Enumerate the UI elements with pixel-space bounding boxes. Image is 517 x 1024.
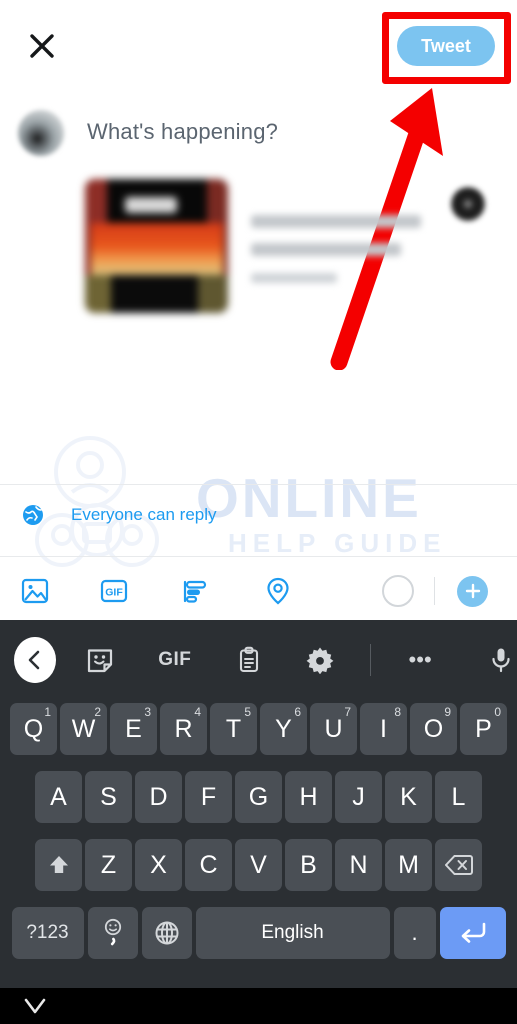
key-q[interactable]: Q1 — [10, 703, 57, 755]
emoji-comma-key[interactable] — [87, 907, 138, 959]
link-preview-card[interactable] — [85, 179, 485, 319]
key-i[interactable]: I8 — [360, 703, 407, 755]
keyboard-toolbar-divider — [369, 644, 371, 676]
key-digit-2: 2 — [94, 705, 101, 719]
phone-screen: ONLINE HELP GUIDE Tweet What's happening… — [0, 0, 517, 1024]
key-digit-0: 0 — [494, 705, 501, 719]
tweet-button[interactable]: Tweet — [397, 26, 495, 66]
key-g[interactable]: G — [235, 771, 282, 823]
reply-settings-row[interactable]: Everyone can reply — [0, 485, 517, 545]
keyboard-gif-button[interactable]: GIF — [155, 643, 195, 677]
globe-icon — [22, 504, 44, 526]
key-v[interactable]: V — [235, 839, 282, 891]
key-f[interactable]: F — [185, 771, 232, 823]
key-l[interactable]: L — [435, 771, 482, 823]
period-key[interactable]: . — [393, 907, 436, 959]
microphone-icon[interactable] — [486, 643, 517, 677]
character-counter[interactable] — [382, 575, 414, 607]
enter-icon — [461, 922, 485, 943]
gif-icon[interactable]: GIF — [97, 574, 131, 608]
shift-icon — [49, 856, 68, 873]
key-y[interactable]: Y6 — [260, 703, 307, 755]
keyboard-row-2: ASDFGHJKL — [0, 768, 517, 826]
key-p[interactable]: P0 — [460, 703, 507, 755]
svg-text:GIF: GIF — [105, 587, 123, 599]
reply-settings-label: Everyone can reply — [71, 505, 217, 524]
location-icon[interactable] — [261, 574, 295, 608]
toolbar-divider — [434, 577, 435, 605]
keyboard-back-button[interactable] — [14, 637, 57, 683]
link-title-line-2 — [251, 243, 401, 256]
key-digit-3: 3 — [144, 705, 151, 719]
keyboard-row-4: ?123 English . — [0, 904, 517, 962]
close-icon — [30, 34, 54, 58]
add-tweet-button[interactable] — [457, 575, 488, 607]
system-navigation-bar — [0, 988, 517, 1024]
compose-tweet-screen: ONLINE HELP GUIDE Tweet What's happening… — [0, 0, 517, 620]
backspace-icon — [444, 855, 473, 875]
key-o[interactable]: O9 — [410, 703, 457, 755]
link-title-line-1 — [251, 215, 421, 228]
key-a[interactable]: A — [35, 771, 82, 823]
key-z[interactable]: Z — [85, 839, 132, 891]
key-digit-1: 1 — [44, 705, 51, 719]
key-digit-9: 9 — [444, 705, 451, 719]
link-domain-line — [251, 273, 337, 283]
emoji-icon — [104, 918, 121, 946]
key-digit-6: 6 — [294, 705, 301, 719]
language-switch-key[interactable] — [141, 907, 192, 959]
key-n[interactable]: N — [335, 839, 382, 891]
key-s[interactable]: S — [85, 771, 132, 823]
keyboard-more-button[interactable]: ••• — [404, 643, 435, 677]
key-b[interactable]: B — [285, 839, 332, 891]
key-j[interactable]: J — [335, 771, 382, 823]
nav-back-icon[interactable] — [22, 996, 48, 1022]
keyboard-toolbar: GIF ••• — [0, 620, 517, 700]
symbols-key[interactable]: ?123 — [11, 907, 84, 959]
link-card-close-button[interactable] — [451, 187, 485, 221]
key-digit-7: 7 — [344, 705, 351, 719]
on-screen-keyboard: GIF ••• Q 1 W 2 E 3 R 4 T 5 Y 6 U 7 I 8 … — [0, 620, 517, 988]
key-digit-4: 4 — [194, 705, 201, 719]
sticker-icon[interactable] — [84, 643, 115, 677]
media-icon[interactable] — [18, 574, 52, 608]
key-u[interactable]: U7 — [310, 703, 357, 755]
backspace-key[interactable] — [435, 839, 482, 891]
key-x[interactable]: X — [135, 839, 182, 891]
avatar — [18, 110, 64, 156]
globe-key-icon — [155, 921, 178, 945]
key-c[interactable]: C — [185, 839, 232, 891]
key-t[interactable]: T5 — [210, 703, 257, 755]
compose-toolbar: GIF — [0, 566, 517, 616]
divider-bottom — [0, 556, 517, 557]
space-key[interactable]: English — [195, 907, 390, 959]
key-d[interactable]: D — [135, 771, 182, 823]
key-k[interactable]: K — [385, 771, 432, 823]
compose-header: Tweet — [0, 0, 517, 370]
key-digit-8: 8 — [394, 705, 401, 719]
keyboard-row-1: Q1W2E3R4T5Y6U7I8O9P0 — [0, 700, 517, 758]
key-r[interactable]: R4 — [160, 703, 207, 755]
gear-icon[interactable] — [304, 643, 335, 677]
key-m[interactable]: M — [385, 839, 432, 891]
key-w[interactable]: W2 — [60, 703, 107, 755]
shift-key[interactable] — [35, 839, 82, 891]
clipboard-icon[interactable] — [233, 643, 264, 677]
key-digit-5: 5 — [244, 705, 251, 719]
enter-key[interactable] — [439, 907, 506, 959]
close-button[interactable] — [22, 26, 62, 66]
link-thumbnail — [85, 179, 228, 313]
tweet-text-input-placeholder[interactable]: What's happening? — [87, 119, 278, 145]
key-h[interactable]: H — [285, 771, 332, 823]
keyboard-row-3: ZXCVBNM — [0, 836, 517, 894]
poll-icon[interactable] — [178, 574, 212, 608]
key-e[interactable]: E3 — [110, 703, 157, 755]
